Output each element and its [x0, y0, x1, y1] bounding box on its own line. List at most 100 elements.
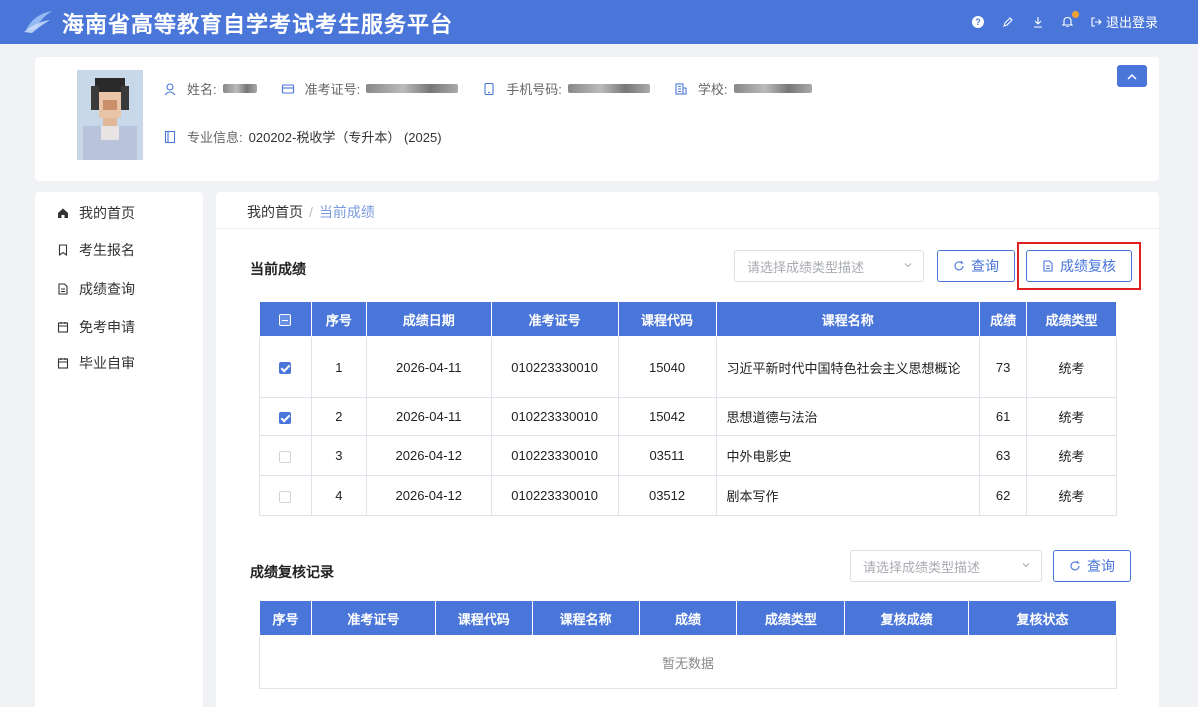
ticket-field: 准考证号:	[281, 79, 459, 98]
table-row[interactable]: 3 2026-04-12 010223330010 03511 中外电影史 63…	[259, 435, 1117, 476]
name-label: 姓名:	[187, 82, 217, 97]
logout-button[interactable]: 退出登录	[1090, 12, 1158, 31]
sidebar-item-home[interactable]: 我的首页	[57, 203, 135, 223]
cell-date: 2026-04-11	[365, 397, 492, 436]
book-icon	[164, 130, 176, 143]
breadcrumb-home[interactable]: 我的首页	[247, 204, 303, 220]
major-label: 专业信息:	[187, 130, 243, 145]
current-scores-table: 序号 成绩日期 准考证号 课程代码 课程名称 成绩 成绩类型 1 2026-04…	[259, 301, 1117, 516]
name-value-redacted	[222, 84, 257, 93]
profile-row-basic: 姓名: 准考证号: 手机号码: 学校:	[163, 79, 836, 98]
chevron-down-icon	[904, 263, 912, 268]
row-checkbox-checked[interactable]	[279, 411, 292, 424]
chevron-up-icon	[1127, 73, 1137, 80]
cell-no: 3	[310, 435, 367, 476]
review-records-table: 序号 准考证号 课程代码 课程名称 成绩 成绩类型 复核成绩 复核状态 暂无数据	[259, 600, 1117, 689]
column-header: 成绩	[979, 301, 1028, 337]
ticket-label: 准考证号:	[304, 82, 361, 97]
row-checkbox[interactable]	[279, 490, 292, 503]
help-icon[interactable]: ?	[970, 14, 986, 30]
review-button-highlight	[1017, 242, 1141, 290]
logo-icon	[24, 11, 52, 33]
cell-date: 2026-04-11	[365, 336, 492, 398]
sidebar-item-label: 我的首页	[79, 205, 135, 221]
cell-code: 15040	[617, 336, 717, 398]
cell-type: 统考	[1026, 435, 1117, 476]
column-header: 成绩日期	[365, 301, 492, 337]
cell-course-name: 习近平新时代中国特色社会主义思想概论	[715, 336, 981, 398]
score-type-placeholder: 请选择成绩类型描述	[747, 259, 865, 275]
cell-code: 15042	[617, 397, 717, 436]
row-checkbox-cell[interactable]	[259, 397, 312, 436]
download-icon[interactable]	[1030, 14, 1046, 30]
row-checkbox[interactable]	[279, 450, 292, 463]
review-query-button[interactable]: 查询	[1053, 550, 1131, 582]
pencil-icon	[1003, 16, 1013, 27]
cell-type: 统考	[1026, 336, 1117, 398]
major-value: 020202-税收学（专升本） (2025)	[248, 130, 442, 145]
breadcrumb-divider	[216, 228, 1159, 229]
user-icon	[164, 82, 176, 95]
column-header: 成绩类型	[736, 600, 846, 636]
cell-code: 03512	[617, 475, 717, 516]
row-checkbox-cell[interactable]	[259, 475, 312, 516]
avatar	[77, 70, 143, 160]
collapse-profile-button[interactable]	[1117, 65, 1147, 87]
cell-type: 统考	[1026, 397, 1117, 436]
table-row[interactable]: 2 2026-04-11 010223330010 15042 思想道德与法治 …	[259, 397, 1117, 436]
cell-ticket: 010223330010	[490, 336, 619, 398]
calendar-icon	[57, 358, 69, 369]
document-icon	[58, 283, 68, 295]
sidebar-nav: 我的首页 考生报名 成绩查询 免考申请 毕业自审	[35, 192, 203, 707]
school-label: 学校:	[697, 82, 728, 97]
phone-icon	[484, 82, 494, 95]
sidebar-item-graduation[interactable]: 毕业自审	[57, 353, 135, 373]
sidebar-item-exemption[interactable]: 免考申请	[57, 317, 135, 337]
cell-ticket: 010223330010	[490, 397, 619, 436]
column-header: 课程名称	[531, 600, 640, 636]
name-field: 姓名:	[163, 79, 257, 98]
row-checkbox-cell[interactable]	[259, 435, 312, 476]
breadcrumb-current: 当前成绩	[318, 204, 375, 220]
column-header: 复核状态	[968, 600, 1117, 636]
score-type-select[interactable]: 请选择成绩类型描述	[734, 250, 924, 282]
cell-ticket: 010223330010	[490, 475, 619, 516]
cell-course-name: 剧本写作	[715, 475, 981, 516]
home-icon	[58, 208, 68, 218]
column-header: 课程代码	[434, 600, 533, 636]
sidebar-item-register[interactable]: 考生报名	[57, 240, 135, 260]
cell-date: 2026-04-12	[365, 435, 492, 476]
table-row[interactable]: 4 2026-04-12 010223330010 03512 剧本写作 62 …	[259, 475, 1117, 516]
row-checkbox-checked[interactable]	[279, 362, 292, 375]
profile-card: 姓名: 准考证号: 手机号码: 学校: 专业信息: 020202-税收学（专升本…	[35, 57, 1159, 181]
review-records-title: 成绩复核记录	[250, 564, 334, 580]
cell-course-name: 思想道德与法治	[715, 397, 981, 436]
phone-field: 手机号码:	[482, 79, 650, 98]
select-all-checkbox[interactable]	[259, 301, 312, 337]
row-checkbox-cell[interactable]	[259, 336, 312, 398]
platform-title: 海南省高等教育自学考试考生服务平台	[62, 12, 454, 37]
sidebar-item-scores[interactable]: 成绩查询	[57, 279, 135, 299]
top-header: 海南省高等教育自学考试考生服务平台 ? 退出登录	[0, 0, 1198, 44]
review-type-select[interactable]: 请选择成绩类型描述	[850, 550, 1042, 582]
cell-code: 03511	[617, 435, 717, 476]
column-header: 成绩	[638, 600, 738, 636]
current-scores-title: 当前成绩	[250, 261, 306, 277]
edit-icon[interactable]	[1000, 14, 1016, 30]
cell-date: 2026-04-12	[365, 475, 492, 516]
table-row[interactable]: 1 2026-04-11 010223330010 15040 习近平新时代中国…	[259, 336, 1117, 398]
breadcrumb: 我的首页 / 当前成绩	[247, 202, 375, 222]
profile-row-major: 专业信息: 020202-税收学（专升本） (2025)	[163, 127, 442, 146]
building-icon	[675, 82, 687, 95]
column-header: 课程代码	[617, 301, 717, 337]
query-button[interactable]: 查询	[937, 250, 1015, 282]
bookmark-icon	[58, 244, 68, 256]
cell-no: 2	[310, 397, 367, 436]
breadcrumb-separator: /	[309, 204, 313, 220]
cell-score: 63	[979, 435, 1028, 476]
cell-score: 62	[979, 475, 1028, 516]
bell-icon[interactable]	[1060, 10, 1079, 30]
empty-row: 暂无数据	[259, 635, 1117, 689]
header-actions: ? 退出登录	[970, 10, 1158, 31]
cell-score: 61	[979, 397, 1028, 436]
